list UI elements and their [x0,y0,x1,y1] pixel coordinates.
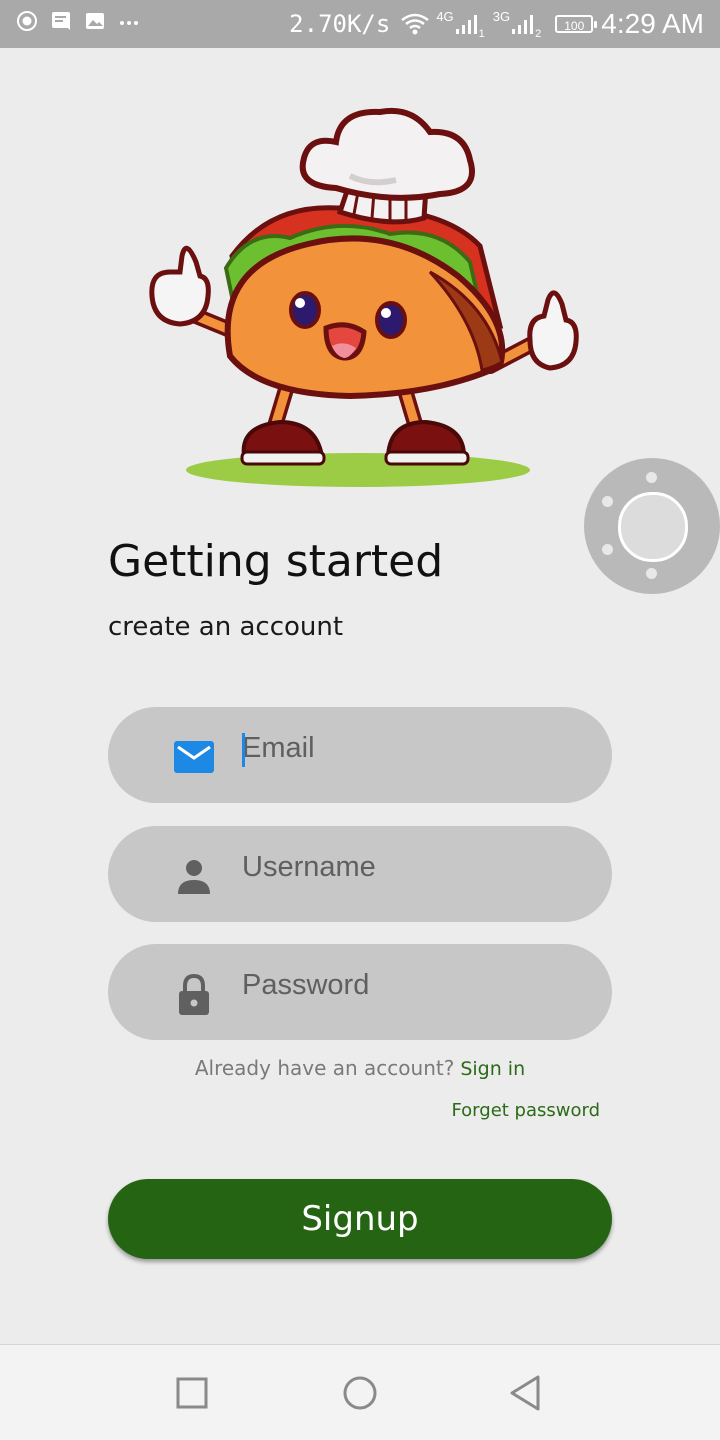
text-caret [242,733,245,767]
signal-icon [455,15,477,34]
email-field[interactable] [108,707,612,803]
page-subtitle: create an account [108,612,344,642]
sim-2-label: 2 [535,28,542,40]
signin-question: Already have an account? [194,1056,455,1080]
signin-link[interactable]: Sign in [460,1058,525,1080]
password-input[interactable] [242,960,582,1010]
email-icon [174,741,214,773]
message-icon [52,12,70,30]
ground-shadow [186,453,530,487]
status-right: 2.70K/s 4G 1 3G 2 100 4:29 AM [289,6,704,42]
signin-prompt: Already have an account? Sign in [0,1056,720,1080]
person-icon [178,860,210,894]
net-type-1: 4G [436,8,454,24]
assistive-touch-icon[interactable] [584,458,720,594]
assist-dot [646,568,657,579]
status-left [16,10,152,32]
signal-icon [512,15,534,34]
sim-1-label: 1 [478,28,485,40]
net-speed: 2.70K/s [289,10,391,38]
back-icon[interactable] [506,1373,546,1413]
screen: 2.70K/s 4G 1 3G 2 100 4:29 AM Getting st… [0,0,720,1440]
assist-center [618,492,688,562]
page-title: Getting started [108,536,444,587]
clock: 4:29 AM [601,8,704,39]
forget-password-link[interactable]: Forget password [451,1100,600,1121]
username-input[interactable] [242,842,582,892]
taco-chef-mascot [149,108,579,487]
more-icon [120,21,138,25]
battery-icon: 100 [555,15,598,33]
password-field[interactable] [108,944,612,1040]
home-icon[interactable] [340,1373,380,1413]
net-type-2: 3G [492,8,511,24]
recent-apps-icon[interactable] [172,1373,212,1413]
signup-button[interactable]: Signup [108,1179,612,1259]
assist-dot [602,496,613,507]
email-input[interactable] [242,723,582,773]
wifi-icon [401,13,430,35]
assist-dot [646,472,657,483]
status-bar: 2.70K/s 4G 1 3G 2 100 4:29 AM [0,0,720,48]
username-field[interactable] [108,826,612,922]
navigation-bar [0,1344,720,1440]
lock-icon [179,973,209,1015]
assist-dot [602,544,613,555]
image-icon [86,13,104,29]
record-icon [17,11,37,31]
